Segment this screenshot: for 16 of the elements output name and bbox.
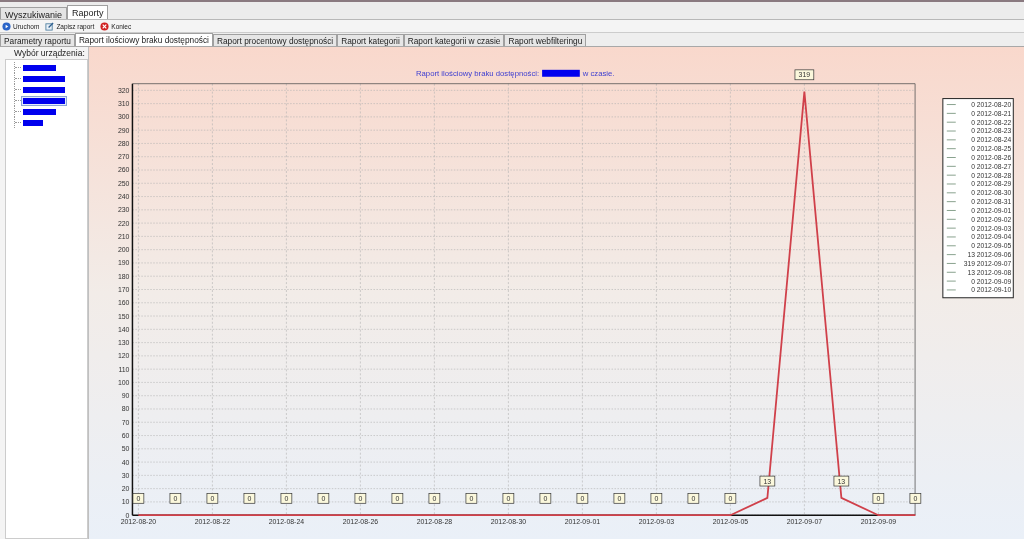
- redacted-device-name[interactable]: [21, 95, 67, 106]
- device-label: Wybór urządzenia:: [13, 47, 86, 59]
- redacted-device-name[interactable]: [21, 62, 58, 73]
- tab[interactable]: Parametry raportu: [0, 34, 75, 46]
- redacted-device-name[interactable]: [21, 106, 58, 117]
- tab[interactable]: Raport ilościowy braku dostępności: [74, 33, 213, 46]
- tab[interactable]: Raport kategorii: [337, 34, 404, 46]
- tab[interactable]: Raport procentowy dostępności: [212, 34, 338, 46]
- tab[interactable]: Raporty: [66, 5, 109, 19]
- tab[interactable]: Wyszukiwanie: [0, 7, 67, 19]
- redacted-device-name[interactable]: [21, 73, 67, 84]
- redacted-device-name: [542, 69, 580, 77]
- tab[interactable]: Raport kategorii w czasie: [403, 34, 505, 46]
- redacted-device-name[interactable]: [21, 84, 67, 95]
- tab[interactable]: Raport webfilteringu: [504, 34, 587, 46]
- redacted-device-name[interactable]: [21, 117, 45, 128]
